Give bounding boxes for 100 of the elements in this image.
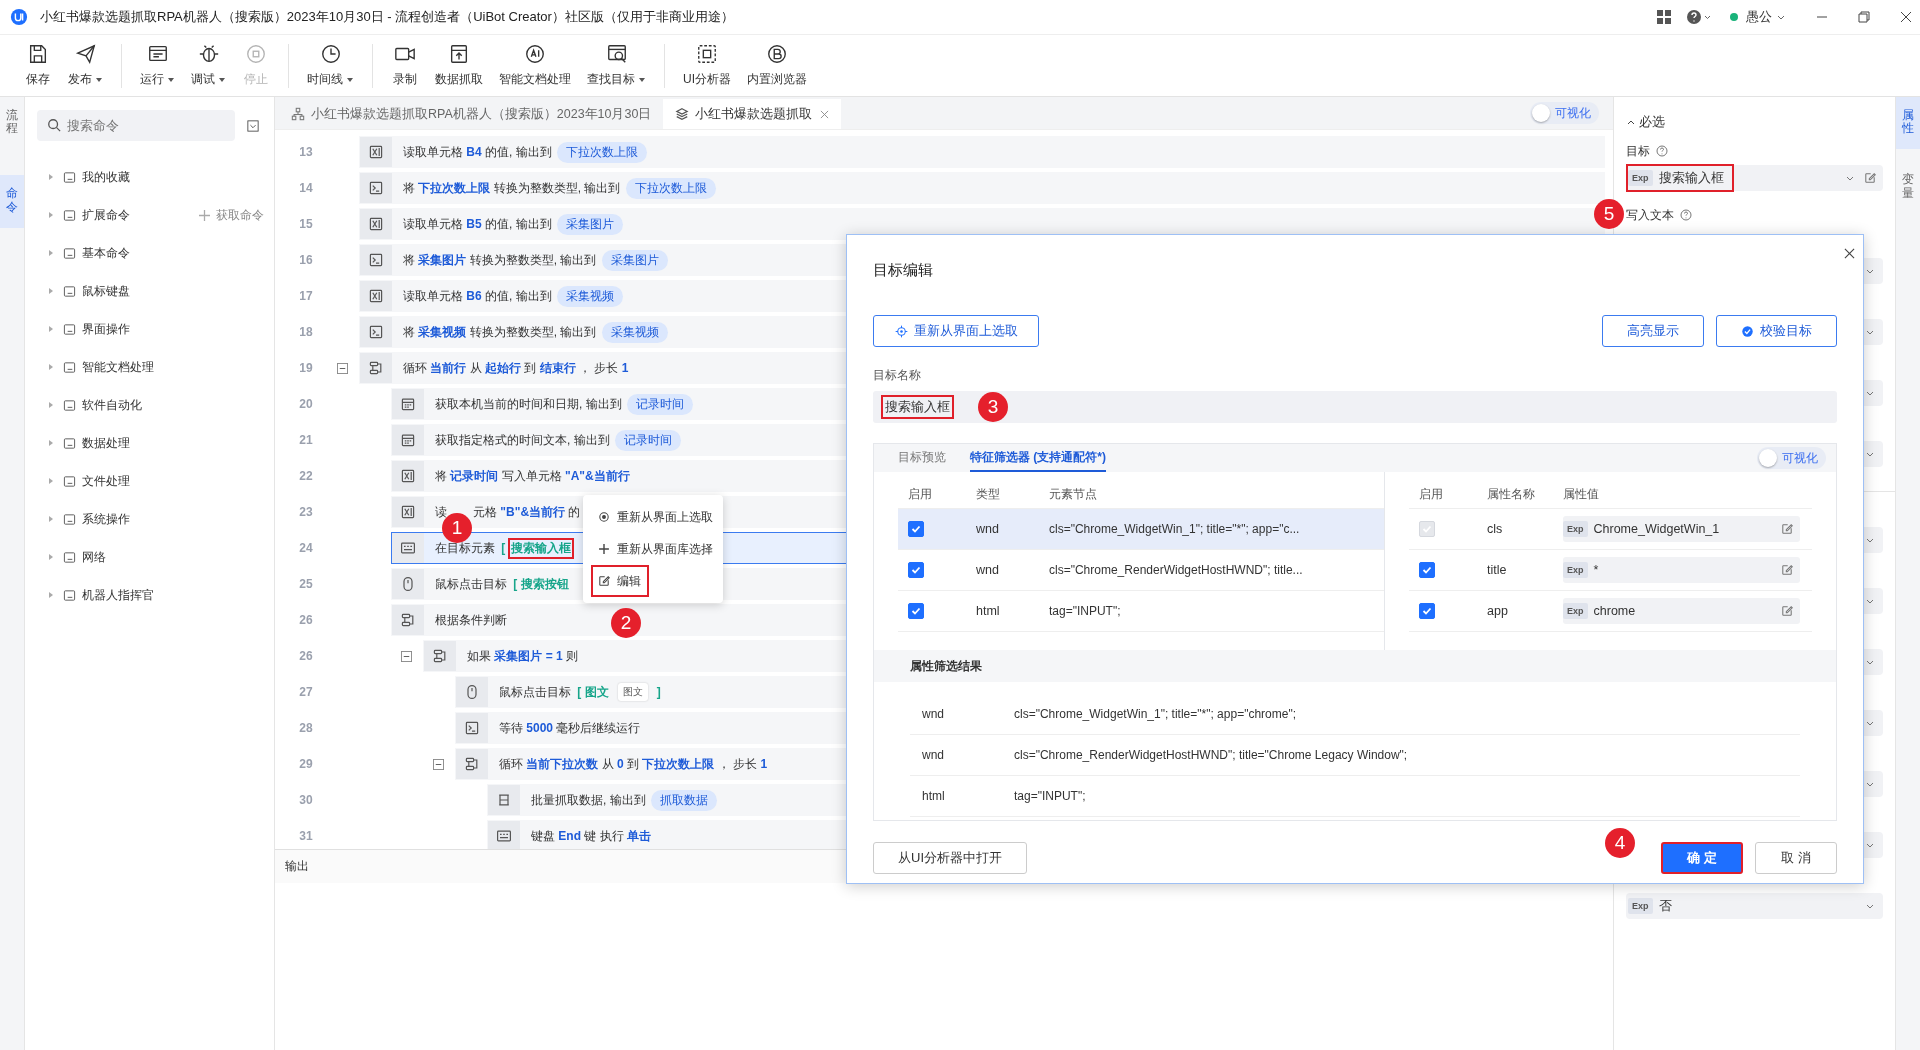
side-tab[interactable]: 命令: [0, 175, 24, 228]
command-row[interactable]: 将 下拉次数上限 转换为整数类型, 输出到 下拉次数上限: [359, 172, 1605, 204]
target-field[interactable]: Exp 搜索输入框: [1626, 165, 1883, 191]
validate-button[interactable]: 校验目标: [1716, 315, 1837, 347]
get-commands-link[interactable]: 获取命令: [199, 206, 264, 224]
expand-arrow-icon[interactable]: [47, 325, 55, 333]
attribute-value-field[interactable]: Exp *: [1563, 557, 1800, 583]
close-icon[interactable]: [1900, 11, 1912, 23]
toolbar-button[interactable]: 录制: [383, 39, 427, 92]
property-field[interactable]: Exp 否: [1626, 893, 1883, 919]
category-label[interactable]: 基本命令: [82, 244, 130, 262]
toolbar-button[interactable]: 发布: [60, 39, 111, 92]
category-label[interactable]: 界面操作: [82, 320, 130, 338]
checkbox[interactable]: [1419, 603, 1435, 619]
user-name[interactable]: 愚公: [1746, 8, 1772, 26]
node-row[interactable]: wnd cls="Chrome_WidgetWin_1"; title="*"; app="c...: [898, 509, 1384, 550]
expand-arrow-icon[interactable]: [47, 401, 55, 409]
editor-tab[interactable]: 小红书爆款选题抓取: [663, 99, 842, 129]
category-label[interactable]: 我的收藏: [82, 168, 130, 186]
thumbnail-image[interactable]: 图文: [617, 683, 648, 701]
caret-icon: [167, 75, 175, 84]
highlight-button[interactable]: 高亮显示: [1602, 315, 1704, 347]
expand-arrow-icon[interactable]: [47, 249, 55, 257]
collapse-toggle-icon[interactable]: [401, 650, 412, 662]
search-field[interactable]: 搜索命令: [37, 110, 235, 141]
checkbox[interactable]: [1419, 562, 1435, 578]
checkbox[interactable]: [908, 521, 924, 537]
close-icon[interactable]: [1844, 247, 1855, 259]
panel-tab[interactable]: 特征筛选器 (支持通配符*): [970, 444, 1106, 472]
mouse-icon: [400, 576, 416, 592]
edit-icon[interactable]: [1780, 563, 1794, 577]
visual-toggle[interactable]: 可视化: [1757, 447, 1826, 469]
spreadsheet-icon: [400, 468, 416, 484]
cancel-button[interactable]: 取 消: [1755, 842, 1837, 874]
terminal-icon: [368, 180, 384, 196]
checkbox[interactable]: [908, 603, 924, 619]
menu-item[interactable]: 编辑: [591, 565, 649, 597]
expand-arrow-icon[interactable]: [47, 477, 55, 485]
check-circle-icon: [1741, 324, 1754, 338]
edit-icon[interactable]: [1780, 604, 1794, 618]
collapse-toggle-icon[interactable]: [337, 362, 348, 374]
expand-arrow-icon[interactable]: [47, 439, 55, 447]
edit-icon[interactable]: [1780, 522, 1794, 536]
toolbar-button[interactable]: 智能文档处理: [491, 39, 579, 92]
toolbar-button[interactable]: 查找目标: [579, 39, 654, 92]
output-variable-tag: 下拉次数上限: [625, 177, 716, 199]
help-icon[interactable]: [1680, 209, 1692, 221]
toolbar-button[interactable]: UI分析器: [675, 39, 739, 92]
node-row[interactable]: wnd cls="Chrome_RenderWidgetHostHWND"; title...: [898, 550, 1384, 591]
collapse-toggle-icon[interactable]: [433, 758, 444, 770]
category-label[interactable]: 鼠标键盘: [82, 282, 130, 300]
side-tab[interactable]: 变量: [1896, 161, 1920, 214]
panel-tab[interactable]: 目标预览: [898, 444, 946, 472]
category-label[interactable]: 扩展命令: [82, 206, 130, 224]
category-label[interactable]: 系统操作: [82, 510, 130, 528]
editor-tab[interactable]: 小红书爆款选题抓取RPA机器人（搜索版）2023年10月30日: [279, 99, 664, 129]
open-in-analyzer-button[interactable]: 从UI分析器中打开: [873, 842, 1027, 874]
side-tab[interactable]: 属性: [1896, 97, 1920, 150]
expand-arrow-icon[interactable]: [47, 553, 55, 561]
command-row[interactable]: 读取单元格 B4 的值, 输出到 下拉次数上限: [359, 136, 1605, 168]
help-menu-icon[interactable]: [1686, 9, 1712, 25]
toolbar-button[interactable]: 数据抓取: [427, 39, 491, 92]
category-label[interactable]: 智能文档处理: [82, 358, 154, 376]
target-name-field[interactable]: 搜索输入框 3: [873, 391, 1837, 423]
line-number: 20: [298, 396, 314, 413]
confirm-button[interactable]: 确 定: [1661, 842, 1743, 874]
toolbar-button[interactable]: 时间线: [299, 39, 362, 92]
grid-icon[interactable]: [1656, 9, 1672, 25]
help-icon[interactable]: [1656, 145, 1668, 157]
toolbar-button[interactable]: 运行: [132, 39, 183, 92]
edit-icon[interactable]: [1863, 171, 1877, 185]
category-label[interactable]: 网络: [82, 548, 106, 566]
menu-item[interactable]: 重新从界面库选择: [583, 533, 721, 565]
expand-arrow-icon[interactable]: [47, 591, 55, 599]
category-label[interactable]: 数据处理: [82, 434, 130, 452]
side-tab[interactable]: 流程: [0, 97, 24, 150]
toolbar-button[interactable]: 保存: [16, 39, 60, 92]
category-label[interactable]: 文件处理: [82, 472, 130, 490]
column-header: 属性名称: [1487, 485, 1536, 503]
toolbar-button[interactable]: 调试: [183, 39, 234, 92]
category-label[interactable]: 软件自动化: [82, 396, 142, 414]
node-row[interactable]: html tag="INPUT";: [898, 591, 1384, 632]
expand-arrow-icon[interactable]: [47, 287, 55, 295]
menu-item[interactable]: 重新从界面上选取: [583, 501, 721, 533]
toolbar-button[interactable]: 内置浏览器: [739, 39, 815, 92]
reselect-button[interactable]: 重新从界面上选取: [873, 315, 1039, 347]
expand-arrow-icon[interactable]: [47, 515, 55, 523]
expand-arrow-icon[interactable]: [47, 173, 55, 181]
category-label[interactable]: 机器人指挥官: [82, 586, 154, 604]
expand-arrow-icon[interactable]: [47, 363, 55, 371]
visual-toggle[interactable]: 可视化: [1530, 102, 1599, 124]
section-header[interactable]: 必选: [1626, 113, 1665, 131]
command-text: 写入单元格: [500, 467, 563, 485]
expand-arrow-icon[interactable]: [47, 211, 55, 219]
restore-icon[interactable]: [1858, 11, 1870, 23]
collapse-all-icon[interactable]: [247, 119, 259, 132]
output-tab[interactable]: 输出: [285, 858, 309, 875]
output-variable-tag: 采集图片: [557, 213, 624, 235]
checkbox[interactable]: [908, 562, 924, 578]
attribute-value-field[interactable]: Exp chrome: [1563, 598, 1800, 624]
